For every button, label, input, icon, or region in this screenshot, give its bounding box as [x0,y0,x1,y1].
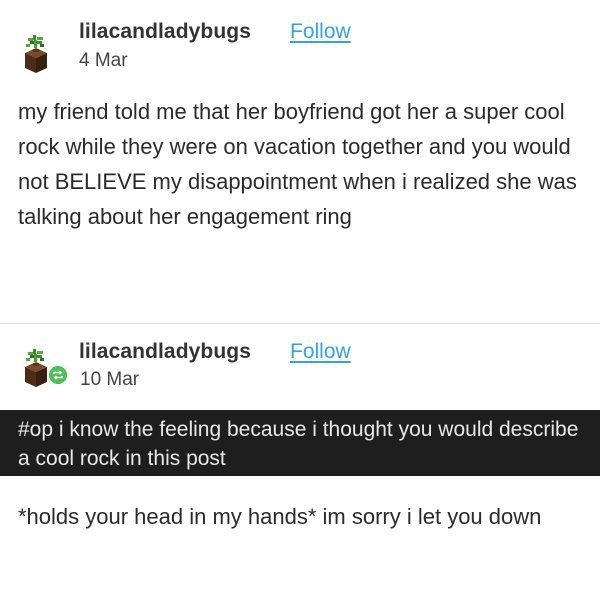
post-username[interactable]: lilacandladybugs [79,340,251,364]
tags-bar: #op i know the feeling because i thought… [0,410,600,476]
follow-button[interactable]: Follow [290,20,351,44]
plant-pot-icon[interactable] [20,33,52,75]
post-username[interactable]: lilacandladybugs [79,20,251,44]
post-date[interactable]: 10 Mar [80,369,139,391]
reblog-icon [48,365,68,385]
post-tags[interactable]: #op i know the feeling because i thought… [18,415,588,473]
original-post: lilacandladybugs Follow 4 Mar my friend … [0,0,600,323]
post-body: my friend told me that her boyfriend got… [18,99,577,229]
post-date[interactable]: 4 Mar [79,50,128,72]
follow-button[interactable]: Follow [290,340,351,364]
post-divider [0,323,600,324]
plant-pot-icon[interactable] [20,347,52,389]
post-body: *holds your head in my hands* im sorry i… [18,504,542,529]
